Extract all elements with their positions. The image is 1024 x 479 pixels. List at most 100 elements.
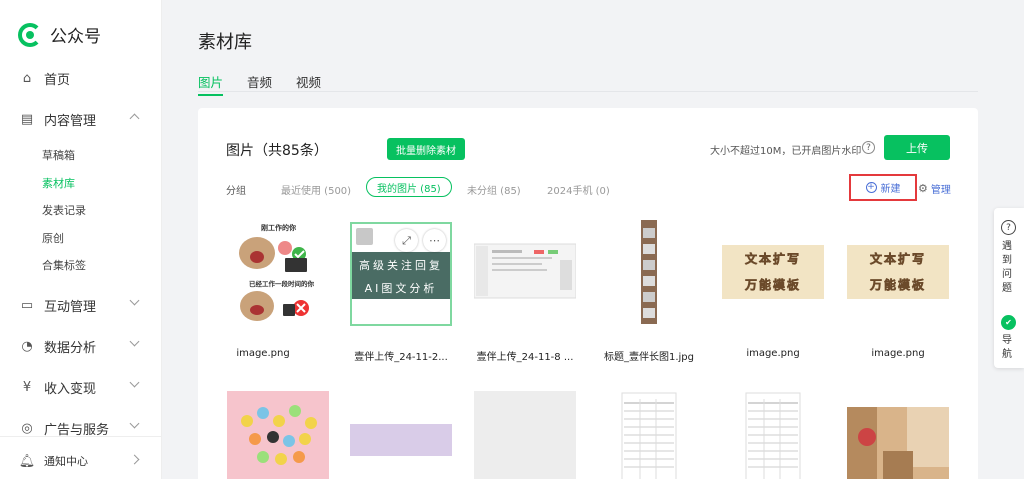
tile-line-2: 万能模板 [744,278,801,293]
sidebar-item-interaction[interactable]: ▭ 互动管理 [20,295,150,315]
plus-circle-icon: + [865,182,877,193]
chart-icon: ◔ [21,338,33,354]
library-card: 图片（共85条） 批量删除素材 大小不超过10M，已开启图片水印 ? 上传 分组… [198,108,978,479]
gear-icon: ⚙ [918,182,928,195]
sidebar-sub-drafts[interactable]: 草稿箱 [42,147,75,163]
text-tile-background: 文本扩写 万能模板 [847,245,949,299]
group-my-images[interactable]: 我的图片 (85) [366,177,452,197]
sidebar-item-monetization[interactable]: ¥ 收入变现 [20,377,150,397]
yuan-icon: ¥ [22,379,32,395]
app-logo[interactable]: 公众号 [18,22,101,47]
nav-label[interactable]: 导航 [1002,334,1014,362]
sidebar-item-label: 首页 [44,72,71,88]
table-document-preview [745,392,801,479]
sidebar-item-label: 互动管理 [44,299,97,315]
sidebar-item-notifications[interactable]: 🔔︎ 通知中心 [18,451,150,471]
image-name: image.png [236,348,290,359]
sidebar-item-label: 收入变现 [44,381,97,397]
upload-limit-text: 大小不超过10M，已开启图片水印 [710,146,862,157]
banner-line-1: 高级关注回复 [359,259,443,272]
sidebar-sub-published[interactable]: 发表记录 [42,202,86,218]
sidebar: 公众号 ⌂ 首页 ▤ 内容管理 草稿箱 素材库 发表记录 原创 合集标签 ▭ 互… [0,0,162,479]
sidebar-item-content[interactable]: ▤ 内容管理 [20,109,150,129]
new-group-label: 新建 [880,184,901,195]
sidebar-divider [0,436,161,437]
image-name: 壹伴上传_24-11-8 ... [476,352,574,363]
media-tabs: 图片 音频 视频 [198,72,978,96]
image-thumb-text-tile[interactable]: 文本扩写 万能模板 [722,220,824,324]
sidebar-item-label: 通知中心 [44,455,88,468]
chevron-up-icon [129,113,140,124]
sidebar-item-analytics[interactable]: ◔ 数据分析 [20,336,150,356]
tab-video[interactable]: 视频 [296,72,321,91]
help-label[interactable]: 遇到问题 [1002,240,1014,296]
image-thumb-banner[interactable]: 高级关注回复 AI图文分析 ⤢ ⋯ [350,222,452,326]
wechat-official-logo-icon [18,22,42,47]
image-thumb-table-doc[interactable] [598,391,700,479]
image-thumb-text-tile[interactable]: 文本扩写 万能模板 [847,220,949,324]
group-recent[interactable]: 最近使用 (500) [281,182,351,197]
screenshot-preview [474,243,576,299]
compass-icon[interactable]: ✔ [1001,315,1016,330]
chat-icon: ▭ [20,297,34,313]
image-thumb-blank[interactable] [474,391,576,479]
sidebar-item-label: 内容管理 [44,113,97,129]
chevron-down-icon [129,336,140,347]
image-thumb-long[interactable] [598,220,700,324]
table-document-preview [621,392,677,479]
new-group-button[interactable]: + 新建 [849,174,917,201]
select-checkbox[interactable] [356,228,373,245]
image-name: 壹伴上传_24-11-2... [354,352,448,363]
group-label: 分组 [226,186,246,197]
sidebar-item-home[interactable]: ⌂ 首页 [20,68,150,88]
text-tile-background: 文本扩写 万能模板 [722,245,824,299]
sidebar-sub-collections[interactable]: 合集标签 [42,257,86,273]
batch-delete-button[interactable]: 批量删除素材 [387,138,465,160]
expand-icon[interactable]: ⤢ [395,229,418,252]
long-image-preview [641,220,657,324]
image-thumb-screenshot[interactable] [474,220,576,324]
question-icon[interactable]: ? [1001,220,1016,235]
purple-block [350,424,452,456]
page-title: 素材库 [198,32,252,53]
tile-line-2: 万能模板 [869,278,926,293]
room-photo-preview [847,407,949,479]
sidebar-item-label: 数据分析 [44,340,97,356]
banner-line-2: AI图文分析 [364,282,438,295]
sidebar-item-label: 广告与服务 [44,422,110,438]
more-icon[interactable]: ⋯ [423,229,446,252]
compass-icon: ◎ [21,420,33,436]
image-thumb-table-doc[interactable] [722,391,824,479]
image-thumb-pink-illustration[interactable] [227,391,329,479]
help-icon[interactable]: ? [862,141,875,154]
upload-button[interactable]: 上传 [884,135,950,160]
crowd-illustration [241,405,317,465]
home-icon: ⌂ [22,70,32,86]
image-name: image.png [871,348,925,359]
image-thumb-purple-block[interactable] [350,391,452,479]
image-thumb-room-photo[interactable] [847,391,949,479]
sidebar-item-ads[interactable]: ◎ 广告与服务 [20,418,150,438]
document-icon: ▤ [20,111,34,127]
tile-line-1: 文本扩写 [869,252,926,267]
floating-helper: ? 遇到问题 ✔ 导航 [994,208,1024,368]
manage-label: 管理 [930,185,951,196]
chevron-down-icon [129,418,140,429]
app-name: 公众号 [50,27,101,47]
bell-icon: 🔔︎ [18,453,36,469]
sidebar-sub-original[interactable]: 原创 [42,230,64,246]
tab-images[interactable]: 图片 [198,72,224,96]
chevron-right-icon [129,454,140,465]
meme-bottom-caption: 已经工作一段时间的你 [249,280,314,288]
group-ungrouped[interactable]: 未分组 (85) [467,182,521,197]
tile-line-1: 文本扩写 [744,252,801,267]
tab-audio[interactable]: 音频 [247,72,272,91]
group-2024-phone[interactable]: 2024手机 (0) [547,182,610,197]
chevron-down-icon [129,377,140,388]
image-name: image.png [746,348,800,359]
sidebar-sub-library[interactable]: 素材库 [42,175,75,191]
manage-button[interactable]: ⚙ 管理 [918,181,951,196]
image-thumb-meme[interactable]: 刚工作的你 已经工作一段时间的你 [227,220,329,324]
chevron-down-icon [129,295,140,306]
image-name: 标题_壹伴长图1.jpg [603,352,694,363]
